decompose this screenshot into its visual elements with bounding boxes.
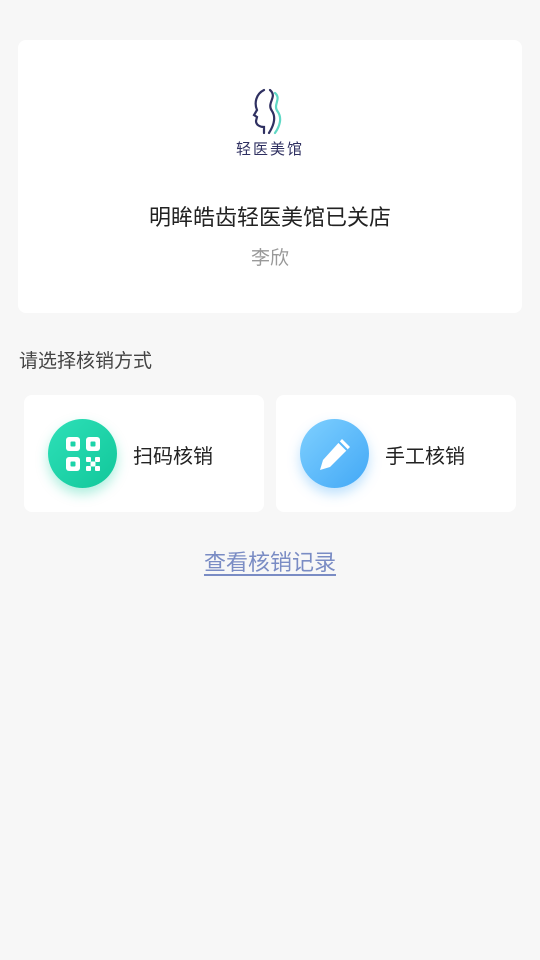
operator-name: 李欣 xyxy=(250,247,289,269)
store-logo: 轻医美馆 xyxy=(230,87,310,165)
face-profile-logo-icon xyxy=(252,88,282,135)
view-records-link[interactable]: 查看核销记录 xyxy=(0,545,540,577)
scan-verify-button[interactable]: 扫码核销 xyxy=(24,395,264,512)
manual-verify-label: 手工核销 xyxy=(385,444,465,468)
scan-verify-label: 扫码核销 xyxy=(133,444,213,468)
logo-text: 轻医美馆 xyxy=(235,140,304,158)
pencil-icon xyxy=(300,419,369,488)
qr-code-icon xyxy=(48,419,117,488)
manual-verify-button[interactable]: 手工核销 xyxy=(276,395,516,512)
store-info-card: 轻医美馆 明眸皓齿轻医美馆已关店 李欣 xyxy=(18,40,522,313)
store-status-text: 明眸皓齿轻医美馆已关店 xyxy=(148,206,391,231)
section-title: 请选择核销方式 xyxy=(19,350,153,372)
